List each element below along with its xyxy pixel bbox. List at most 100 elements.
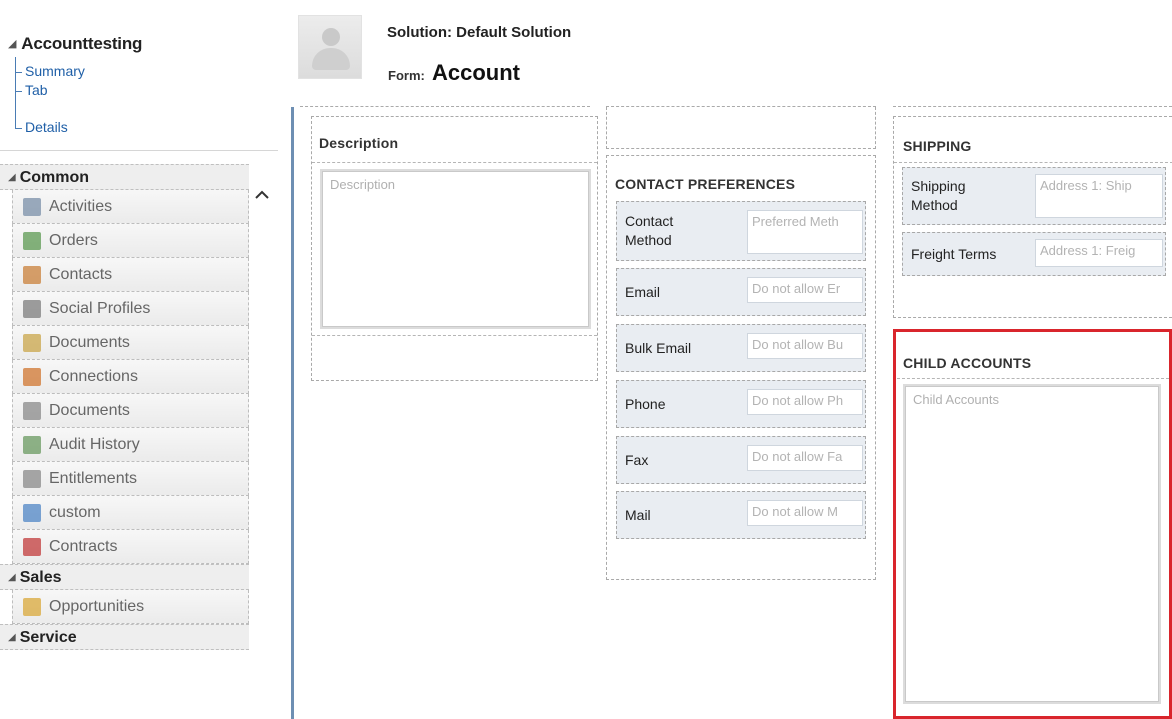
divider: [312, 335, 597, 336]
nav-item-label: Documents: [49, 333, 130, 351]
nav-item-label: Contracts: [49, 537, 118, 555]
social-profiles-icon: [23, 299, 41, 318]
nav-item-label: Audit History: [49, 435, 140, 453]
field-label: Fax: [625, 452, 649, 468]
group-label: Service: [19, 629, 77, 646]
canvas-left-bar: [291, 107, 294, 719]
field-row[interactable]: Fax Do not allow Fa: [616, 436, 866, 484]
entity-image-placeholder[interactable]: [298, 15, 362, 79]
contacts-icon: [23, 265, 41, 284]
orders-icon: [23, 231, 41, 250]
form-label: Form:: [388, 68, 425, 83]
contact-preferences-section[interactable]: CONTACT PREFERENCES Contact Method Prefer…: [606, 155, 876, 580]
solution-title: Solution: Default Solution: [387, 24, 572, 41]
tree-item-tab[interactable]: Tab: [15, 82, 48, 98]
field-label: Mail: [625, 507, 651, 523]
custom-icon: [23, 503, 41, 522]
nav-item[interactable]: Social Profiles: [12, 292, 249, 326]
nav-item-label: Documents: [49, 401, 130, 419]
nav-item-label: Opportunities: [49, 597, 145, 615]
entitlements-icon: [23, 469, 41, 488]
activities-icon: [23, 197, 41, 216]
collapse-triangle-icon: ◢: [8, 572, 16, 583]
divider: [300, 106, 590, 107]
tree-item-details[interactable]: Details: [15, 119, 68, 135]
field-label: Phone: [625, 396, 666, 412]
tree-item-summary[interactable]: Summary: [15, 63, 85, 79]
tree-root[interactable]: ◢ Accounttesting: [8, 34, 142, 54]
field-input[interactable]: Do not allow Er: [747, 277, 863, 303]
nav-item-label: Activities: [49, 197, 113, 215]
section-title: SHIPPING: [903, 138, 972, 154]
nav-item-label: custom: [49, 503, 101, 521]
highlight-box: [893, 329, 1172, 719]
field-label: Email: [625, 284, 661, 300]
field-input[interactable]: Address 1: Ship: [1035, 174, 1163, 218]
field-input[interactable]: Do not allow Bu: [747, 333, 863, 359]
group-header-service[interactable]: ◢ Service: [0, 624, 249, 650]
nav-item[interactable]: custom: [12, 496, 249, 530]
nav-item-label: Social Profiles: [49, 299, 151, 317]
form-navigation-pane: ◢ Accounttesting Summary Tab Details ◢ Com…: [0, 0, 278, 719]
divider: [312, 162, 597, 163]
field-label: Contact Method: [625, 213, 674, 248]
nav-item[interactable]: Documents: [12, 394, 249, 428]
field-row[interactable]: Freight Terms Address 1: Freig: [902, 232, 1166, 276]
nav-item-label: Entitlements: [49, 469, 138, 487]
nav-item[interactable]: Documents: [12, 326, 249, 360]
form-name: Account: [432, 60, 520, 85]
nav-item[interactable]: Opportunities: [12, 590, 249, 624]
opportunities-icon: [23, 597, 41, 616]
divider: [894, 162, 1172, 163]
field-label: Shipping Method: [911, 178, 966, 213]
contracts-icon: [23, 537, 41, 556]
divider: [893, 106, 1172, 107]
field-row[interactable]: Contact Method Preferred Meth: [616, 201, 866, 261]
field-label: Bulk Email: [625, 340, 692, 356]
section-title: Description: [319, 135, 399, 151]
audit-history-icon: [23, 435, 41, 454]
sales-items: Opportunities: [0, 590, 278, 624]
description-field[interactable]: Description: [320, 169, 591, 329]
group-label: Common: [19, 169, 90, 186]
tree-item-label: Details: [25, 119, 68, 135]
field-row[interactable]: Bulk Email Do not allow Bu: [616, 324, 866, 372]
collapse-triangle-icon: ◢: [8, 172, 16, 183]
description-section[interactable]: Description Description: [311, 116, 598, 381]
nav-item[interactable]: Contacts: [12, 258, 249, 292]
nav-item-label: Orders: [49, 231, 98, 249]
scroll-up-chevron-icon[interactable]: [252, 188, 272, 208]
collapse-triangle-icon: ◢: [8, 632, 16, 643]
section-title: CONTACT PREFERENCES: [615, 176, 796, 192]
field-input[interactable]: Do not allow Ph: [747, 389, 863, 415]
field-row[interactable]: Email Do not allow Er: [616, 268, 866, 316]
nav-item[interactable]: Contracts: [12, 530, 249, 564]
group-label: Sales: [19, 569, 62, 586]
shipping-section[interactable]: SHIPPING Shipping Method Address 1: Ship F…: [893, 116, 1172, 318]
nav-item[interactable]: Entitlements: [12, 462, 249, 496]
common-items: Activities Orders Contacts Social Profiles D…: [0, 190, 278, 564]
relationship-nav-list: ◢ Common Activities Orders Contacts Social P…: [0, 164, 278, 650]
nav-item[interactable]: Orders: [12, 224, 249, 258]
field-row[interactable]: Phone Do not allow Ph: [616, 380, 866, 428]
field-row[interactable]: Shipping Method Address 1: Ship: [902, 167, 1166, 225]
nav-item[interactable]: Audit History: [12, 428, 249, 462]
collapse-triangle-icon[interactable]: ◢: [8, 38, 16, 50]
section-stub[interactable]: [606, 107, 876, 149]
tree-root-label: Accounttesting: [21, 34, 143, 53]
field-input[interactable]: Preferred Meth: [747, 210, 863, 254]
connections-icon: [23, 367, 41, 386]
documents-icon: [23, 333, 41, 352]
field-input[interactable]: Address 1: Freig: [1035, 239, 1163, 267]
group-header-sales[interactable]: ◢ Sales: [0, 564, 249, 590]
nav-item[interactable]: Connections: [12, 360, 249, 394]
field-input[interactable]: Do not allow M: [747, 500, 863, 526]
divider: [0, 150, 278, 151]
field-row[interactable]: Mail Do not allow M: [616, 491, 866, 539]
nav-item-label: Connections: [49, 367, 138, 385]
field-input[interactable]: Do not allow Fa: [747, 445, 863, 471]
nav-item[interactable]: Activities: [12, 190, 249, 224]
nav-item-label: Contacts: [49, 265, 113, 283]
documents-icon: [23, 401, 41, 420]
group-header-common[interactable]: ◢ Common: [0, 164, 249, 190]
